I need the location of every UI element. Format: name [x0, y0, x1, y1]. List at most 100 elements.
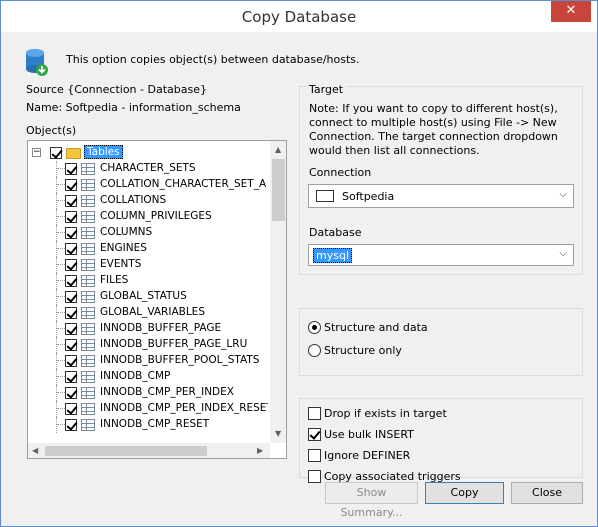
- tree-line: [56, 209, 57, 225]
- table-name: INNODB_CMP: [100, 370, 171, 382]
- table-icon: [81, 371, 95, 383]
- tree-root-label: Tables: [84, 145, 123, 159]
- table-icon: [81, 275, 95, 287]
- table-checkbox[interactable]: [65, 371, 77, 383]
- table-checkbox[interactable]: [65, 243, 77, 255]
- table-checkbox[interactable]: [65, 291, 77, 303]
- intro-text: This option copies object(s) between dat…: [66, 53, 360, 66]
- tree-line: [56, 177, 57, 193]
- table-checkbox[interactable]: [65, 323, 77, 335]
- copy-button[interactable]: Copy: [425, 482, 504, 504]
- table-checkbox[interactable]: [65, 163, 77, 175]
- table-checkbox[interactable]: [65, 419, 77, 431]
- tree-item[interactable]: INNODB_CMP_PER_INDEX: [28, 385, 268, 401]
- tree-line: [56, 273, 57, 289]
- scroll-down-icon[interactable]: ▼: [275, 429, 281, 438]
- tree-root-row[interactable]: − Tables: [28, 145, 268, 161]
- table-icon: [81, 307, 95, 319]
- table-checkbox[interactable]: [65, 307, 77, 319]
- tree-item[interactable]: INNODB_BUFFER_PAGE: [28, 321, 268, 337]
- table-checkbox[interactable]: [65, 227, 77, 239]
- tree-line: [56, 193, 57, 209]
- tree-item[interactable]: COLLATIONS: [28, 193, 268, 209]
- connection-select[interactable]: Softpedia ⌵: [308, 184, 574, 208]
- table-name: COLLATIONS: [100, 194, 167, 206]
- structure-and-data-radio[interactable]: [308, 321, 321, 334]
- tree-line: [56, 289, 57, 305]
- tree-item[interactable]: INNODB_BUFFER_POOL_STATS: [28, 353, 268, 369]
- title-bar: Copy Database ✕: [1, 1, 597, 32]
- table-checkbox[interactable]: [65, 403, 77, 415]
- database-value: mysql: [313, 248, 352, 263]
- drop-if-exists-label[interactable]: Drop if exists in target: [324, 407, 447, 420]
- tree-item[interactable]: INNODB_CMP_PER_INDEX_RESET: [28, 401, 268, 417]
- bulk-insert-checkbox[interactable]: [308, 428, 321, 441]
- structure-and-data-label[interactable]: Structure and data: [324, 321, 428, 334]
- objects-tree[interactable]: − Tables CHARACTER_SETS COLLATION_CHARACT…: [27, 140, 287, 459]
- table-name: INNODB_CMP_RESET: [100, 418, 210, 430]
- table-name: FILES: [100, 274, 129, 286]
- show-summary-button[interactable]: Show Summary...: [325, 482, 418, 519]
- table-checkbox[interactable]: [65, 355, 77, 367]
- drop-if-exists-checkbox[interactable]: [308, 407, 321, 420]
- tree-item[interactable]: COLUMNS: [28, 225, 268, 241]
- scroll-right-icon[interactable]: ▶: [257, 446, 263, 455]
- copy-database-window: Copy Database ✕ This option copies objec…: [0, 0, 598, 527]
- tree-line: [57, 200, 65, 201]
- table-name: GLOBAL_VARIABLES: [100, 306, 205, 318]
- tree-vertical-scrollbar[interactable]: ▲ ▼: [270, 141, 286, 443]
- table-icon: [81, 403, 95, 415]
- structure-only-label[interactable]: Structure only: [324, 344, 402, 357]
- hscroll-thumb[interactable]: [45, 446, 207, 456]
- table-name: INNODB_BUFFER_POOL_STATS: [100, 354, 260, 366]
- table-icon: [81, 339, 95, 351]
- tree-line: [57, 232, 65, 233]
- tree-item[interactable]: INNODB_BUFFER_PAGE_LRU: [28, 337, 268, 353]
- table-name: GLOBAL_STATUS: [100, 290, 187, 302]
- tree-item[interactable]: COLLATION_CHARACTER_SET_A: [28, 177, 268, 193]
- table-name: EVENTS: [100, 258, 142, 270]
- tree-item[interactable]: INNODB_CMP: [28, 369, 268, 385]
- collapse-icon[interactable]: −: [32, 148, 41, 157]
- tree-item[interactable]: FILES: [28, 273, 268, 289]
- table-checkbox[interactable]: [65, 275, 77, 287]
- ignore-definer-checkbox[interactable]: [308, 449, 321, 462]
- scroll-thumb[interactable]: [272, 159, 285, 221]
- tree-line: [57, 424, 65, 425]
- window-close-button[interactable]: ✕: [551, 1, 591, 22]
- ignore-definer-label[interactable]: Ignore DEFINER: [324, 449, 410, 462]
- table-checkbox[interactable]: [65, 387, 77, 399]
- table-icon: [81, 291, 95, 303]
- bulk-insert-label[interactable]: Use bulk INSERT: [324, 428, 414, 441]
- tree-item[interactable]: GLOBAL_STATUS: [28, 289, 268, 305]
- table-icon: [81, 355, 95, 367]
- table-checkbox[interactable]: [65, 195, 77, 207]
- table-name: ENGINES: [100, 242, 147, 254]
- table-checkbox[interactable]: [65, 211, 77, 223]
- database-select[interactable]: mysql ⌵: [308, 244, 574, 266]
- tree-item[interactable]: ENGINES: [28, 241, 268, 257]
- scroll-left-icon[interactable]: ◀: [32, 446, 38, 455]
- tree-line: [57, 296, 65, 297]
- tree-item[interactable]: GLOBAL_VARIABLES: [28, 305, 268, 321]
- table-checkbox[interactable]: [65, 339, 77, 351]
- tree-line: [57, 408, 65, 409]
- connection-color-swatch: [316, 190, 334, 202]
- table-icon: [81, 243, 95, 255]
- tree-horizontal-scrollbar[interactable]: ◀ ▶: [28, 443, 270, 458]
- tables-checkbox[interactable]: [50, 147, 62, 159]
- tree-item[interactable]: COLUMN_PRIVILEGES: [28, 209, 268, 225]
- structure-only-radio[interactable]: [308, 344, 321, 357]
- tree-item[interactable]: CHARACTER_SETS: [28, 161, 268, 177]
- table-icon: [81, 323, 95, 335]
- tree-item[interactable]: INNODB_CMP_RESET: [28, 417, 268, 433]
- table-checkbox[interactable]: [65, 259, 77, 271]
- copy-triggers-checkbox[interactable]: [308, 470, 321, 483]
- dialog-body: This option copies object(s) between dat…: [8, 32, 590, 520]
- scroll-up-icon[interactable]: ▲: [275, 145, 281, 154]
- close-button[interactable]: Close: [511, 482, 583, 504]
- table-checkbox[interactable]: [65, 179, 77, 191]
- table-icon: [81, 259, 95, 271]
- tree-item[interactable]: EVENTS: [28, 257, 268, 273]
- table-icon: [81, 227, 95, 239]
